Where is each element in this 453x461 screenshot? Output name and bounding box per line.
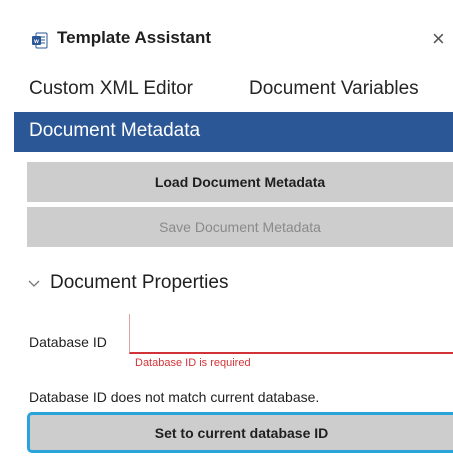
tab-bar: Custom XML Editor Document Variables [0,78,453,108]
svg-text:w: w [33,39,39,45]
tab-custom-xml-editor[interactable]: Custom XML Editor [29,78,193,100]
pane-title: Template Assistant [57,28,211,47]
tab-document-variables[interactable]: Document Variables [249,78,419,100]
document-properties-header[interactable]: Document Properties [27,268,228,298]
tab-document-metadata[interactable]: Document Metadata [14,112,453,152]
chevron-down-icon [28,280,40,287]
save-metadata-button[interactable]: Save Document Metadata [27,207,453,247]
section-title: Document Properties [50,272,229,293]
database-id-label: Database ID [29,334,107,350]
word-document-icon: w [32,32,48,49]
title-bar: w Template Assistant × [0,0,453,70]
close-icon[interactable]: × [432,26,445,52]
load-metadata-button[interactable]: Load Document Metadata [27,162,453,202]
database-id-error: Database ID is required [135,357,251,369]
database-mismatch-message: Database ID does not match current datab… [29,389,320,405]
database-id-field[interactable] [129,314,453,354]
set-current-database-id-button[interactable]: Set to current database ID [27,412,453,453]
